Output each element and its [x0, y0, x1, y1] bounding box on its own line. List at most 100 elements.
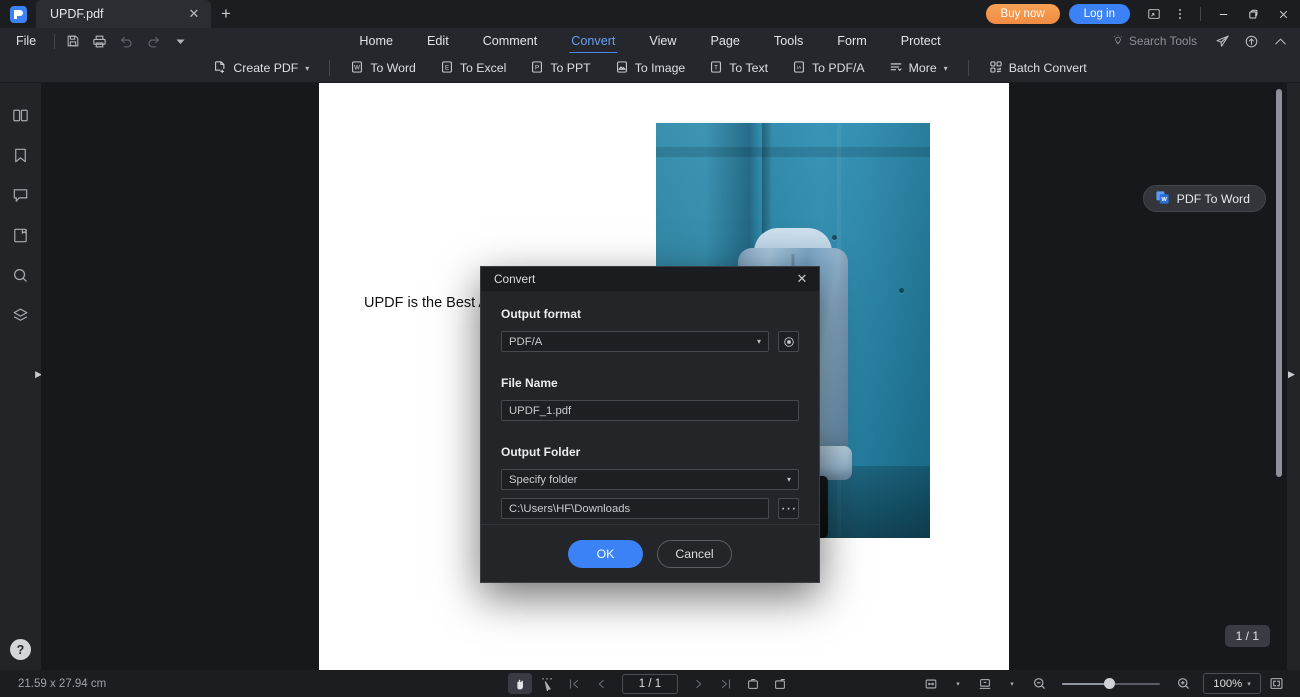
- select-tool-button[interactable]: [535, 673, 559, 694]
- next-page-button[interactable]: [687, 673, 711, 694]
- zoom-level-select[interactable]: 100% ▾: [1203, 673, 1261, 694]
- file-name-label: File Name: [501, 376, 799, 390]
- output-format-label: Output format: [501, 307, 799, 321]
- to-ppt-icon: P: [530, 60, 544, 77]
- convert-dialog: Convert ✕ Output format PDF/A ▾: [480, 266, 820, 583]
- page-number-input[interactable]: 1 / 1: [622, 674, 678, 694]
- kebab-menu-icon[interactable]: [1167, 1, 1193, 27]
- right-panel-expand-handle[interactable]: ▶: [1288, 369, 1295, 380]
- prev-page-button[interactable]: [589, 673, 613, 694]
- zoom-out-button[interactable]: [1027, 673, 1051, 694]
- log-in-button[interactable]: Log in: [1069, 4, 1130, 24]
- search-tools-input[interactable]: Search Tools: [1112, 34, 1197, 49]
- divider: [54, 34, 55, 49]
- rotate-right-button[interactable]: [768, 673, 792, 694]
- document-tab[interactable]: UPDF.pdf ✕: [36, 0, 211, 28]
- zoom-slider-fill: [1062, 683, 1109, 685]
- menu-item-edit[interactable]: Edit: [410, 28, 466, 54]
- menu-item-page[interactable]: Page: [693, 28, 756, 54]
- to-ppt-button[interactable]: P To PPT: [518, 56, 602, 80]
- help-button[interactable]: ?: [10, 639, 31, 660]
- customize-dropdown-icon[interactable]: [167, 28, 194, 54]
- pdf-to-word-label: PDF To Word: [1177, 192, 1250, 206]
- sidebar-item-attachments[interactable]: [0, 215, 41, 255]
- file-menu-button[interactable]: File: [0, 34, 50, 48]
- scroll-mode-button[interactable]: [973, 673, 997, 694]
- close-window-button[interactable]: [1268, 1, 1298, 27]
- undo-icon[interactable]: [113, 28, 140, 54]
- folder-path-input[interactable]: C:\Users\HF\Downloads: [501, 498, 769, 519]
- to-image-label: To Image: [635, 61, 686, 75]
- to-image-button[interactable]: To Image: [603, 56, 698, 80]
- first-page-button[interactable]: [562, 673, 586, 694]
- save-icon[interactable]: [59, 28, 86, 54]
- minimize-window-button[interactable]: [1208, 1, 1238, 27]
- redo-icon[interactable]: [140, 28, 167, 54]
- vertical-scrollbar[interactable]: [1276, 89, 1282, 477]
- to-text-button[interactable]: T To Text: [697, 56, 780, 80]
- batch-convert-icon: [989, 60, 1003, 77]
- print-icon[interactable]: [86, 28, 113, 54]
- updf-logo-icon: [10, 6, 27, 23]
- format-settings-button[interactable]: [778, 331, 799, 352]
- zoom-in-button[interactable]: [1171, 673, 1195, 694]
- batch-convert-button[interactable]: Batch Convert: [977, 56, 1099, 80]
- to-excel-label: To Excel: [460, 61, 506, 75]
- menu-item-view[interactable]: View: [632, 28, 693, 54]
- sidebar-item-thumbnails[interactable]: [0, 95, 41, 135]
- page-layout-dropdown[interactable]: ▾: [946, 673, 970, 694]
- share-icon[interactable]: [1209, 28, 1236, 54]
- menu-item-form[interactable]: Form: [820, 28, 883, 54]
- feedback-icon[interactable]: [1141, 1, 1167, 27]
- new-tab-icon[interactable]: +: [211, 0, 241, 28]
- close-icon[interactable]: ✕: [791, 268, 813, 290]
- cloud-upload-icon[interactable]: [1238, 28, 1265, 54]
- output-folder-label: Output Folder: [501, 445, 799, 459]
- folder-path-value: C:\Users\HF\Downloads: [509, 503, 630, 515]
- last-page-button[interactable]: [714, 673, 738, 694]
- to-pdfa-button[interactable]: /A To PDF/A: [780, 56, 877, 80]
- more-button[interactable]: More ▾: [877, 56, 960, 80]
- pdf-to-word-floating-button[interactable]: W PDF To Word: [1143, 185, 1266, 212]
- scroll-mode-dropdown[interactable]: ▾: [1000, 673, 1024, 694]
- menu-item-home[interactable]: Home: [342, 28, 410, 54]
- right-panel-edge: ▶: [1287, 83, 1300, 670]
- collapse-ribbon-icon[interactable]: [1267, 28, 1294, 54]
- folder-mode-select[interactable]: Specify folder ▾: [501, 469, 799, 490]
- file-name-input[interactable]: UPDF_1.pdf: [501, 400, 799, 421]
- page-layout-button[interactable]: [919, 673, 943, 694]
- to-word-button[interactable]: W To Word: [338, 56, 428, 80]
- sidebar-item-layers[interactable]: [0, 295, 41, 335]
- maximize-window-button[interactable]: [1238, 1, 1268, 27]
- photo-bolt: [899, 288, 904, 293]
- create-pdf-button[interactable]: Create PDF ▾: [201, 56, 321, 80]
- close-tab-icon[interactable]: ✕: [185, 5, 203, 23]
- browse-folder-button[interactable]: ···: [778, 498, 799, 519]
- fit-screen-button[interactable]: [1264, 673, 1288, 694]
- to-excel-icon: E: [440, 60, 454, 77]
- zoom-slider[interactable]: [1062, 674, 1160, 694]
- cancel-button[interactable]: Cancel: [657, 540, 732, 568]
- menu-item-protect[interactable]: Protect: [884, 28, 958, 54]
- to-ppt-label: To PPT: [550, 61, 590, 75]
- svg-text:E: E: [445, 64, 449, 71]
- menu-item-tools[interactable]: Tools: [757, 28, 820, 54]
- menu-item-comment[interactable]: Comment: [466, 28, 555, 54]
- hand-tool-button[interactable]: [508, 673, 532, 694]
- output-format-select[interactable]: PDF/A ▾: [501, 331, 769, 352]
- search-tools-placeholder: Search Tools: [1129, 34, 1197, 48]
- sidebar-item-bookmarks[interactable]: [0, 135, 41, 175]
- zoom-slider-knob[interactable]: [1104, 678, 1115, 689]
- chevron-down-icon: ▾: [787, 475, 791, 484]
- to-excel-button[interactable]: E To Excel: [428, 56, 518, 80]
- ok-button[interactable]: OK: [568, 540, 643, 568]
- sidebar-item-comments[interactable]: [0, 175, 41, 215]
- to-word-label: To Word: [370, 61, 416, 75]
- menu-item-convert[interactable]: Convert: [554, 28, 632, 54]
- app-logo: [0, 0, 36, 28]
- rotate-left-button[interactable]: [741, 673, 765, 694]
- buy-now-button[interactable]: Buy now: [986, 4, 1060, 24]
- zoom-level-value: 100%: [1213, 678, 1242, 690]
- sidebar-item-search[interactable]: [0, 255, 41, 295]
- svg-text:P: P: [535, 64, 539, 71]
